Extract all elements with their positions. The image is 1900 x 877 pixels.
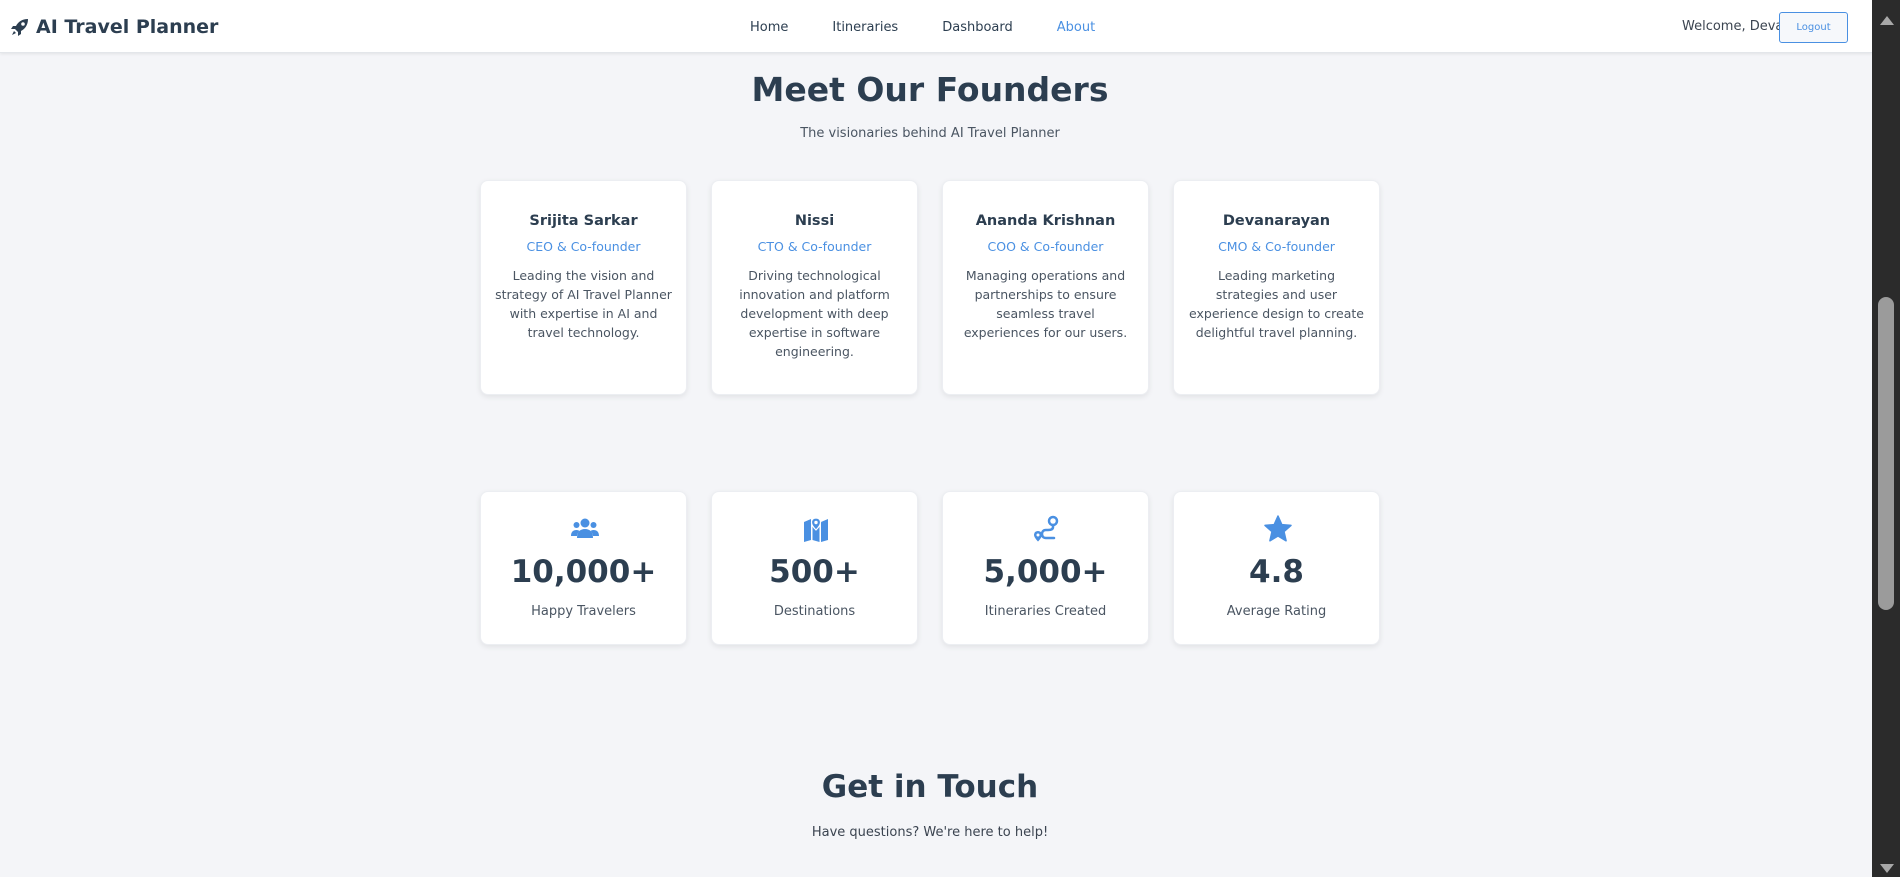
- stat-card: 10,000+ Happy Travelers: [480, 491, 687, 645]
- rocket-icon: [10, 17, 30, 37]
- stat-value: 500+: [769, 554, 860, 590]
- founder-name: Nissi: [794, 213, 835, 229]
- scrollbar-thumb[interactable]: [1878, 297, 1894, 610]
- founder-role: CTO & Co-founder: [757, 239, 872, 254]
- nav-link-home[interactable]: Home: [750, 17, 788, 38]
- scroll-up-arrow-icon[interactable]: [1880, 16, 1894, 25]
- founder-role: CEO & Co-founder: [526, 239, 641, 254]
- founder-description: Leading marketing strategies and user ex…: [1189, 268, 1364, 340]
- founders-title: Meet Our Founders: [751, 70, 1109, 109]
- stat-label: Destinations: [773, 604, 856, 619]
- founder-description: Managing operations and partnerships to …: [963, 268, 1128, 340]
- founder-card: Ananda Krishnan COO & Co-founder Managin…: [942, 180, 1149, 395]
- founder-name: Devanarayan: [1222, 213, 1331, 229]
- founder-role: CMO & Co-founder: [1218, 239, 1335, 254]
- founder-role: COO & Co-founder: [987, 239, 1104, 254]
- map-icon: [801, 514, 831, 544]
- founder-card: Srijita Sarkar CEO & Co-founder Leading …: [480, 180, 687, 395]
- stat-value: 5,000+: [983, 554, 1108, 590]
- stat-value: 4.8: [1249, 554, 1304, 590]
- founders-subtitle: The visionaries behind AI Travel Planner: [800, 126, 1060, 141]
- scroll-down-arrow-icon[interactable]: [1880, 864, 1894, 873]
- welcome-text: Welcome, Deva: [1682, 19, 1784, 34]
- vertical-scrollbar[interactable]: [1872, 0, 1900, 877]
- nav-link-dashboard[interactable]: Dashboard: [942, 17, 1013, 38]
- contact-subtitle: Have questions? We're here to help!: [811, 825, 1049, 840]
- brand-name: AI Travel Planner: [36, 16, 219, 38]
- main-nav: Home Itineraries Dashboard About: [750, 17, 1139, 38]
- founder-description: Driving technological innovation and pla…: [739, 268, 890, 359]
- logout-button[interactable]: Logout: [1779, 12, 1848, 43]
- stat-label: Happy Travelers: [531, 604, 636, 619]
- nav-link-itineraries[interactable]: Itineraries: [832, 17, 898, 38]
- navbar: AI Travel Planner Home Itineraries Dashb…: [0, 0, 1872, 53]
- founder-card: Nissi CTO & Co-founder Driving technolog…: [711, 180, 918, 395]
- founder-name: Ananda Krishnan: [975, 213, 1116, 229]
- stat-card: 500+ Destinations: [711, 491, 918, 645]
- brand[interactable]: AI Travel Planner: [10, 14, 218, 40]
- nav-link-about[interactable]: About: [1057, 17, 1095, 38]
- stat-card: 4.8 Average Rating: [1173, 491, 1380, 645]
- stat-label: Itineraries Created: [984, 604, 1107, 619]
- founder-card: Devanarayan CMO & Co-founder Leading mar…: [1173, 180, 1380, 395]
- stat-label: Average Rating: [1226, 604, 1327, 619]
- route-icon: [1032, 514, 1062, 544]
- page: AI Travel Planner Home Itineraries Dashb…: [0, 0, 1872, 877]
- stat-card: 5,000+ Itineraries Created: [942, 491, 1149, 645]
- contact-title: Get in Touch: [821, 769, 1039, 805]
- star-icon: [1263, 514, 1293, 544]
- stat-value: 10,000+: [510, 554, 657, 590]
- founder-description: Leading the vision and strategy of AI Tr…: [495, 268, 672, 340]
- founder-name: Srijita Sarkar: [529, 213, 638, 229]
- users-icon: [570, 514, 600, 544]
